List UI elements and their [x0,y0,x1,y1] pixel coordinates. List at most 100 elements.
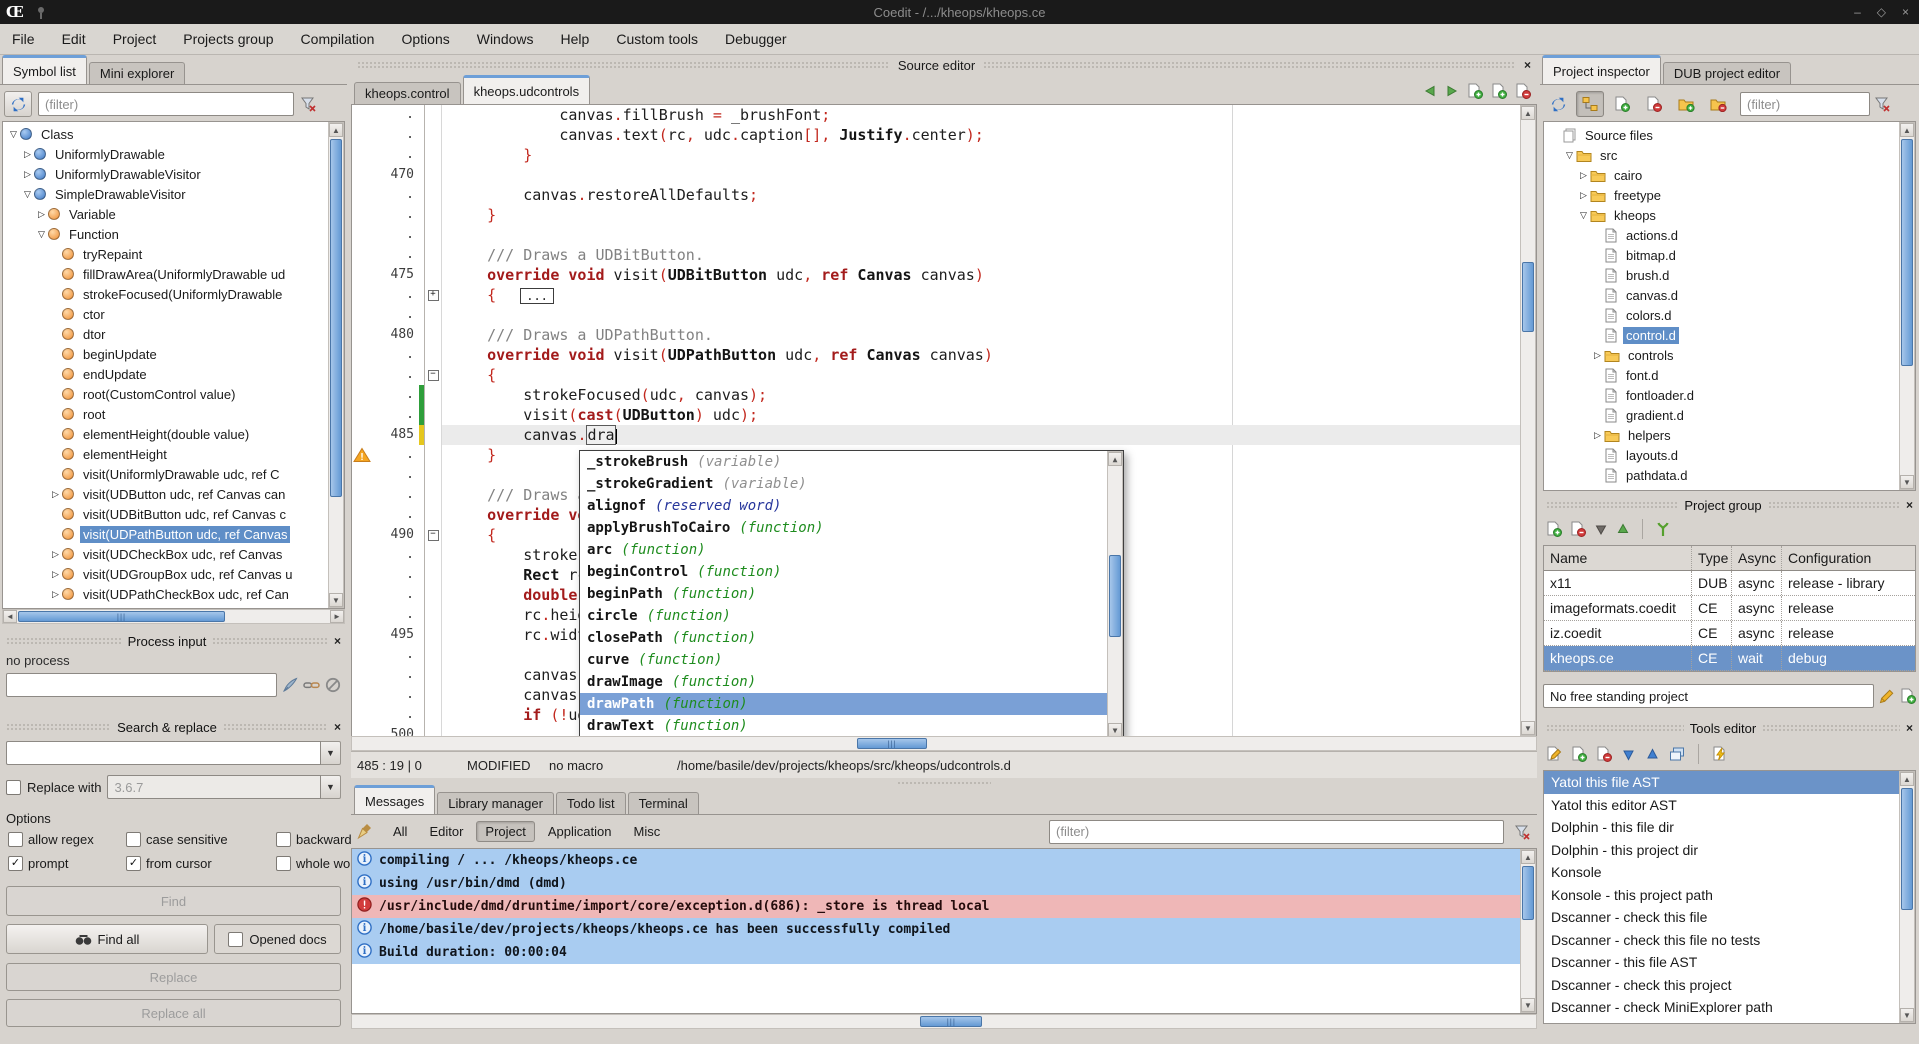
expander-icon[interactable]: ▷ [49,489,62,500]
find-button[interactable]: Find [6,886,341,916]
code-line[interactable]: . /// Draws a UDBitButton. [352,245,1536,265]
code-line[interactable]: .+ { ... [352,285,1536,305]
add-source-icon[interactable] [1608,91,1636,117]
expander-icon[interactable]: ▷ [1577,170,1590,181]
tool-item[interactable]: Dolphin - this project dir [1544,839,1915,862]
new-file-icon[interactable] [1467,83,1483,99]
tab-kheops-udcontrols[interactable]: kheops.udcontrols [463,75,591,104]
clear-filter-icon[interactable] [300,96,317,112]
tool-item[interactable]: Dscanner - this file AST [1544,951,1915,974]
completion-item[interactable]: alignof(reserved word) [580,495,1107,517]
expander-icon[interactable]: ▷ [49,569,62,580]
code-line[interactable]: 485 canvas.dra [352,425,1536,445]
project-row[interactable]: iz.coeditCEasyncrelease [1544,621,1915,646]
edit-free-standing-icon[interactable] [1879,688,1895,704]
close-button[interactable]: × [1902,5,1909,19]
fold-toggle-icon[interactable]: − [428,370,439,381]
menu-options[interactable]: Options [401,31,449,47]
symbol-item[interactable]: visit(UDPathButton udc, ref Canvas [5,524,344,544]
completion-item[interactable]: applyBrushToCairo(function) [580,517,1107,539]
code-line[interactable]: . [352,305,1536,325]
horizontal-splitter[interactable] [351,778,1537,786]
edit-tool-icon[interactable] [1546,746,1562,762]
completion-item[interactable]: drawText(function) [580,715,1107,736]
symbol-item[interactable]: elementHeight(double value) [5,424,344,444]
file-item[interactable]: brush.d [1547,265,1915,285]
tab-symbol-list[interactable]: Symbol list [2,55,87,84]
search-input[interactable] [6,741,321,765]
messages-filter-input[interactable] [1049,820,1504,844]
code-line[interactable]: 480 /// Draws a UDPathButton. [352,325,1536,345]
symbol-tree-hscrollbar[interactable]: ◄ ► ||| [2,609,345,624]
symbol-item[interactable]: dtor [5,324,344,344]
symbol-item[interactable]: root [5,404,344,424]
files-vscrollbar[interactable]: ▲ ▼ [1899,122,1915,490]
code-line[interactable]: . visit(cast(UDButton) udc); [352,405,1536,425]
symbol-item[interactable]: fillDrawArea(UniformlyDrawable ud [5,264,344,284]
remove-source-icon[interactable] [1640,91,1668,117]
add-to-project-icon[interactable] [1491,83,1507,99]
completion-item[interactable]: arc(function) [580,539,1107,561]
symbol-item[interactable]: ▷visit(UDGroupBox udc, ref Canvas u [5,564,344,584]
clone-tool-icon[interactable] [1669,747,1685,762]
file-item[interactable]: bitmap.d [1547,245,1915,265]
symbol-item[interactable]: ▽Class [5,124,344,144]
tree-view-toggle[interactable] [1576,91,1604,117]
code-line[interactable]: . canvas.text(rc, udc.caption[], Justify… [352,125,1536,145]
completion-item[interactable]: drawImage(function) [580,671,1107,693]
file-item[interactable]: pathdata.d [1547,465,1915,485]
symbol-item[interactable]: ▷visit(UDPathCheckBox udc, ref Can [5,584,344,604]
replace-dropdown-icon[interactable]: ▼ [321,775,341,799]
free-standing-project-field[interactable] [1543,684,1874,708]
message-row[interactable]: icompiling / ... /kheops/kheops.ce [352,849,1536,872]
menu-projects-group[interactable]: Projects group [183,31,273,47]
file-item[interactable]: gradient.d [1547,405,1915,425]
refresh-symbols-button[interactable] [4,91,32,117]
completion-item[interactable]: _strokeBrush(variable) [580,451,1107,473]
expander-icon[interactable]: ▷ [1591,350,1604,361]
file-item[interactable]: ▷helpers [1547,425,1915,445]
expander-icon[interactable]: ▽ [21,189,34,200]
completion-item[interactable]: _strokeGradient(variable) [580,473,1107,495]
completion-item[interactable]: curve(function) [580,649,1107,671]
file-item[interactable]: actions.d [1547,225,1915,245]
option-case-sensitive[interactable]: case sensitive [126,832,228,847]
tab-todo-list[interactable]: Todo list [556,792,626,814]
close-search-replace-icon[interactable]: × [334,721,341,733]
symbol-tree-vscrollbar[interactable]: ▲ ▼ [328,122,344,608]
option-allow-regex[interactable]: allow regex [8,832,94,847]
menu-edit[interactable]: Edit [62,31,86,47]
project-row[interactable]: imageformats.coeditCEasyncrelease [1544,596,1915,621]
editor-vscrollbar[interactable]: ▲ ▼ [1520,105,1536,736]
menu-custom-tools[interactable]: Custom tools [616,31,698,47]
message-row[interactable]: iusing /usr/bin/dmd (dmd) [352,872,1536,895]
expander-icon[interactable]: ▷ [21,169,34,180]
symbol-item[interactable]: strokeFocused(UniformlyDrawable [5,284,344,304]
tab-messages[interactable]: Messages [354,785,435,814]
file-item[interactable]: Source files [1547,125,1915,145]
close-process-input-icon[interactable]: × [334,635,341,647]
cancel-process-icon[interactable] [325,677,341,693]
tab-terminal[interactable]: Terminal [628,792,699,814]
menu-help[interactable]: Help [561,31,590,47]
file-item[interactable]: ▽src [1547,145,1915,165]
move-project-down-icon[interactable] [1594,522,1608,536]
close-tools-editor-icon[interactable]: × [1906,722,1913,734]
tab-kheops-control[interactable]: kheops.control [354,82,461,104]
file-item[interactable]: ▷controls [1547,345,1915,365]
fold-toggle-icon[interactable]: − [428,530,439,541]
replace-all-button[interactable]: Replace all [6,999,341,1027]
messages-hscrollbar[interactable]: ||| [351,1014,1537,1029]
symbol-item[interactable]: endUpdate [5,364,344,384]
code-line[interactable]: 470 [352,165,1536,185]
file-item[interactable]: colors.d [1547,305,1915,325]
expander-icon[interactable]: ▷ [1591,430,1604,441]
pipe-icon[interactable] [303,678,320,692]
completion-item[interactable]: closePath(function) [580,627,1107,649]
remove-folder-icon[interactable] [1704,91,1732,117]
filter-application[interactable]: Application [539,821,621,842]
symbol-item[interactable]: visit(UniformlyDrawable udc, ref C [5,464,344,484]
symbol-item[interactable]: ▷visit(UDCheckBox udc, ref Canvas [5,544,344,564]
code-line[interactable]: . override void visit(UDPathButton udc, … [352,345,1536,365]
code-line[interactable]: 475 override void visit(UDBitButton udc,… [352,265,1536,285]
